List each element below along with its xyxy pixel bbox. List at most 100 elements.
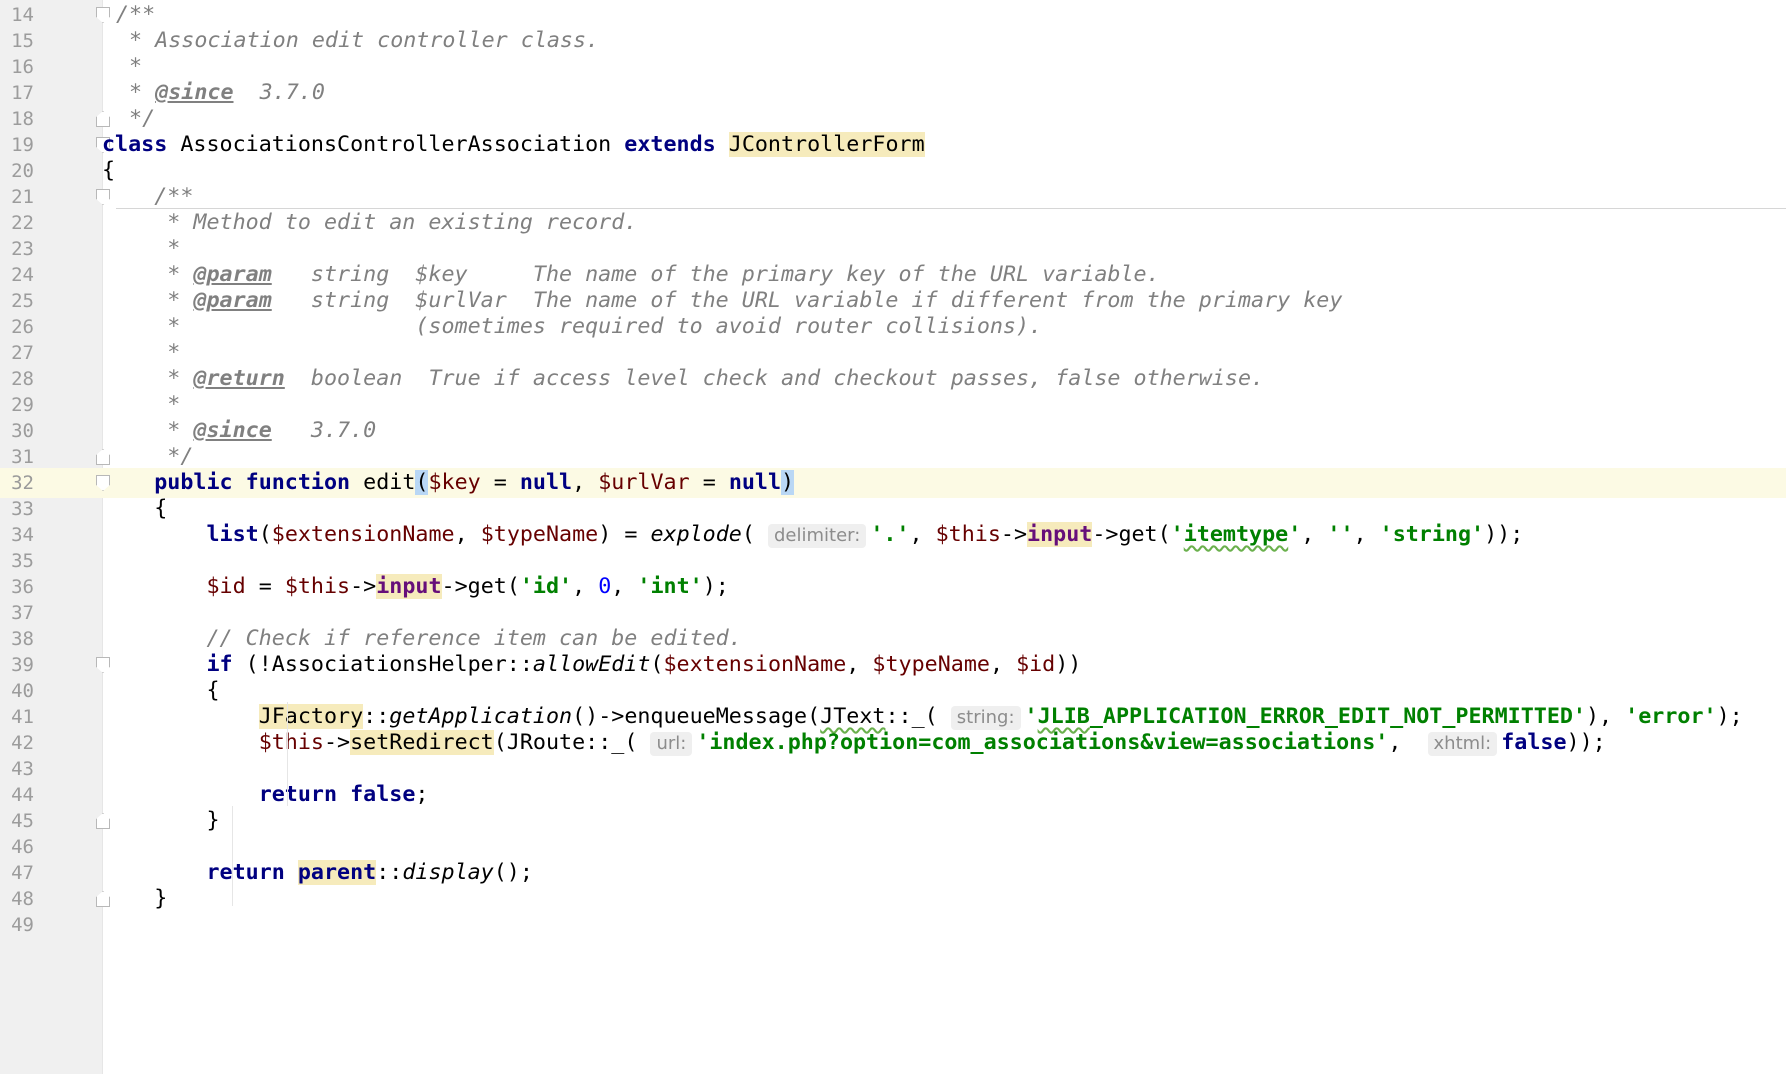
parent-class-name[interactable]: JControllerForm (728, 132, 925, 157)
class-reference: (!AssociationsHelper:: (232, 652, 533, 677)
punct: , (909, 522, 936, 547)
class-name: AssociationsControllerAssociation (167, 132, 625, 157)
doc-comment: * (116, 80, 156, 105)
fold-collapse-icon[interactable] (96, 7, 110, 23)
function-call[interactable]: explode (650, 522, 741, 547)
parameter: $key (428, 470, 481, 495)
static-method-call[interactable]: display (402, 860, 493, 885)
punct: )); (1484, 522, 1524, 547)
property[interactable]: input (376, 574, 442, 599)
doc-comment: 3.7.0 (271, 418, 377, 443)
doc-comment: * (102, 340, 181, 365)
operator: :: (376, 860, 403, 885)
doc-comment: /** (102, 184, 194, 209)
brace: } (102, 886, 168, 911)
variable: $typeName (480, 522, 599, 547)
variable: $id (206, 574, 246, 599)
doc-tag: @since (155, 80, 234, 105)
keyword: return (206, 860, 285, 885)
punct: , (989, 652, 1017, 677)
doc-comment: * (102, 366, 194, 391)
string-literal: _APPLICATION_ERROR_EDIT_NOT_PERMITTED' (1089, 704, 1586, 729)
keyword: return (258, 782, 338, 807)
variable: $this (284, 574, 351, 599)
doc-tag: @since (193, 418, 272, 443)
line-comment: // Check if reference item can be edited… (102, 626, 742, 651)
punct: , (1353, 522, 1380, 547)
brace: { (102, 678, 220, 703)
doc-comment: string $urlVar The name of the URL varia… (271, 288, 1343, 313)
parameter-hint: url: (650, 732, 693, 756)
punct: ); (1716, 704, 1743, 729)
class-reference[interactable]: JFactory (258, 704, 364, 729)
string-literal: 'id' (519, 574, 573, 599)
punct: ), (1586, 704, 1626, 729)
matched-paren: ( (415, 470, 429, 495)
punct: )); (1566, 730, 1606, 755)
operator: = (480, 470, 520, 495)
string-literal-typo: itemtype (1183, 522, 1289, 547)
keyword: if (206, 652, 233, 677)
doc-comment: * (102, 288, 194, 313)
doc-comment: * (102, 236, 181, 261)
static-method-call[interactable]: allowEdit (533, 652, 651, 677)
doc-comment: */ (116, 106, 156, 131)
string-literal: 'string' (1379, 522, 1485, 547)
operator: -> (350, 574, 377, 599)
punct: (JRoute::_( (493, 730, 651, 755)
number-literal: 0 (598, 574, 612, 599)
matched-paren: ) (781, 470, 795, 495)
keyword: null (728, 470, 782, 495)
indent-guide (287, 702, 288, 806)
string-literal: ' (1024, 704, 1038, 729)
function-name[interactable]: edit (350, 470, 415, 495)
string-literal: ' (1170, 522, 1184, 547)
variable: $typeName (872, 652, 990, 677)
class-reference[interactable]: JText (820, 704, 885, 729)
keyword-parent[interactable]: parent (297, 860, 377, 885)
string-literal: 'error' (1625, 704, 1717, 729)
keyword: false (350, 782, 416, 807)
punct: , (454, 522, 481, 547)
operator: = (689, 470, 729, 495)
doc-comment: * Method to edit an existing record. (102, 210, 638, 235)
code-line-49[interactable]: 49 (0, 910, 1786, 940)
operator: = (245, 574, 285, 599)
method-call[interactable]: setRedirect (350, 730, 494, 755)
punct: (); (493, 860, 533, 885)
doc-comment: string $key The name of the primary key … (271, 262, 1160, 287)
brace: } (102, 808, 220, 833)
punct: )) (1055, 652, 1082, 677)
parameter-hint: delimiter: (767, 524, 867, 548)
keyword: null (519, 470, 573, 495)
keyword: public (154, 470, 233, 495)
keyword: extends (624, 132, 716, 157)
punct: ( (741, 522, 768, 547)
doc-comment: * Association edit controller class. (116, 28, 600, 53)
punct: , (846, 652, 873, 677)
property[interactable]: input (1027, 522, 1093, 547)
brace: { (102, 158, 116, 183)
doc-comment: /** (116, 2, 156, 27)
indent-guide (232, 806, 233, 906)
static-method-call[interactable]: getApplication (389, 704, 572, 729)
parameter: $urlVar (598, 470, 690, 495)
fold-end-icon[interactable] (96, 111, 110, 127)
doc-comment: 3.7.0 (233, 80, 325, 105)
doc-comment: * (116, 54, 143, 79)
parameter-hint: string: (950, 706, 1021, 730)
string-literal: 'index.php?option=com_associations&view=… (696, 730, 1389, 755)
string-literal-typo: JLIB (1037, 704, 1090, 729)
punct: ); (702, 574, 729, 599)
doc-tag: @return (193, 366, 285, 391)
